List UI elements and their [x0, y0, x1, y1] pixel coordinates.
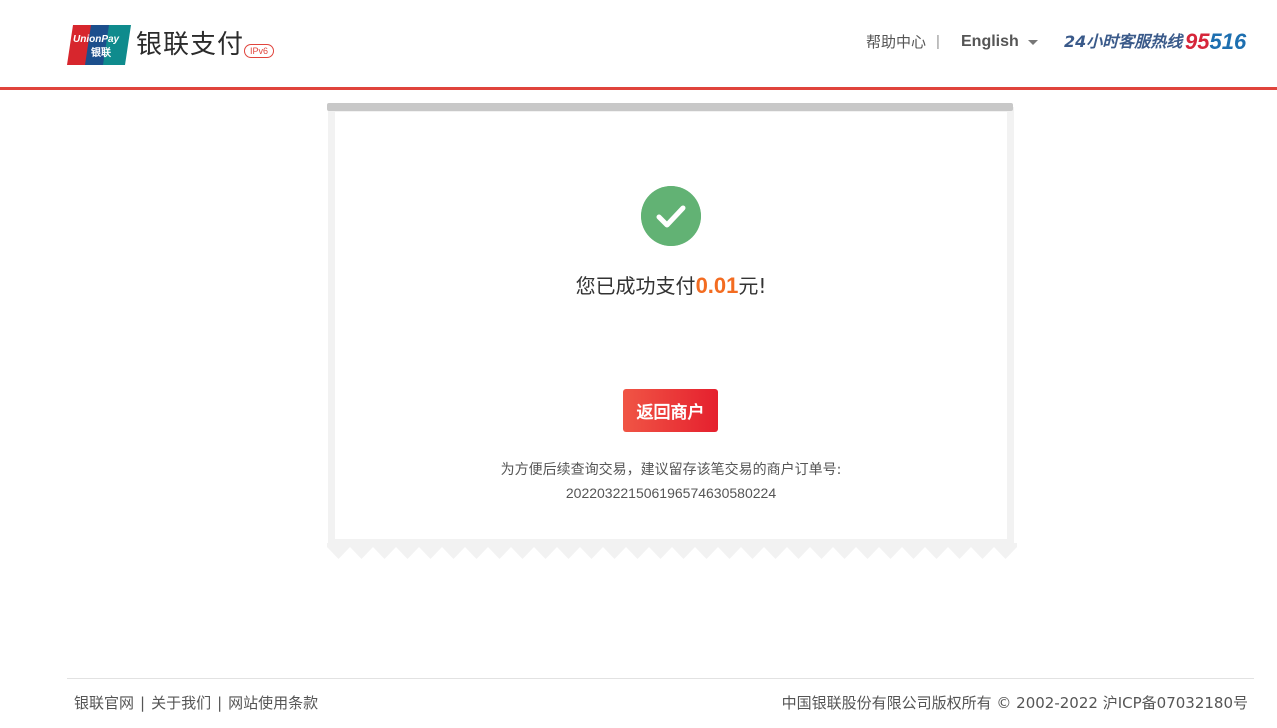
page-header: UnionPay 银联 银联支付 IPv6 帮助中心 | English 24小… — [0, 0, 1277, 90]
payment-amount: 0.01 — [695, 273, 739, 298]
order-tip-text: 为方便后续查询交易，建议留存该笔交易的商户订单号: — [500, 462, 842, 478]
footer-link-terms[interactable]: 网站使用条款 — [228, 694, 318, 712]
receipt-body: 您已成功支付0.01元! 返回商户 为方便后续查询交易，建议留存该笔交易的商户订… — [335, 112, 1007, 539]
language-selector[interactable]: English — [961, 32, 1019, 52]
footer-links: 银联官网 | 关于我们 | 网站使用条款 — [74, 692, 318, 714]
ipv6-badge: IPv6 — [244, 44, 274, 58]
success-prefix: 您已成功支付 — [575, 274, 696, 298]
receipt-frame: 您已成功支付0.01元! 返回商户 为方便后续查询交易，建议留存该笔交易的商户订… — [328, 107, 1014, 547]
return-to-merchant-button[interactable]: 返回商户 — [623, 389, 718, 432]
nav-separator: | — [936, 33, 940, 50]
merchant-order-number: 202203221506196574630580224 — [565, 485, 777, 501]
unionpay-logo[interactable]: UnionPay 银联 — [67, 25, 131, 65]
success-check-icon — [641, 186, 701, 246]
hotline-number-part1: 95 — [1185, 29, 1210, 54]
hotline-number-part2: 516 — [1209, 29, 1247, 54]
receipt-top-bar — [327, 103, 1013, 111]
footer-divider — [67, 678, 1254, 679]
receipt-card: 您已成功支付0.01元! 返回商户 为方便后续查询交易，建议留存该笔交易的商户订… — [327, 103, 1017, 560]
success-suffix: 元! — [738, 274, 767, 298]
footer-link-about[interactable]: 关于我们 — [151, 694, 211, 712]
footer-link-official-site[interactable]: 银联官网 — [74, 694, 134, 712]
receipt-zigzag-edge — [327, 543, 1017, 559]
chevron-down-icon[interactable] — [1028, 40, 1038, 45]
hotline-label: 24小时客服热线 — [1064, 32, 1183, 51]
svg-text:UnionPay: UnionPay — [73, 34, 120, 45]
footer-separator: | — [140, 694, 146, 712]
brand-title: 银联支付 — [136, 30, 245, 60]
footer-copyright: 中国银联股份有限公司版权所有 © 2002-2022 沪ICP备07032180… — [781, 694, 1248, 712]
footer-separator: | — [217, 694, 223, 712]
help-center-link[interactable]: 帮助中心 — [866, 32, 926, 52]
payment-success-message: 您已成功支付0.01元! — [335, 272, 1007, 300]
svg-text:银联: 银联 — [91, 46, 111, 59]
hotline-number: 95516 — [1185, 29, 1246, 55]
